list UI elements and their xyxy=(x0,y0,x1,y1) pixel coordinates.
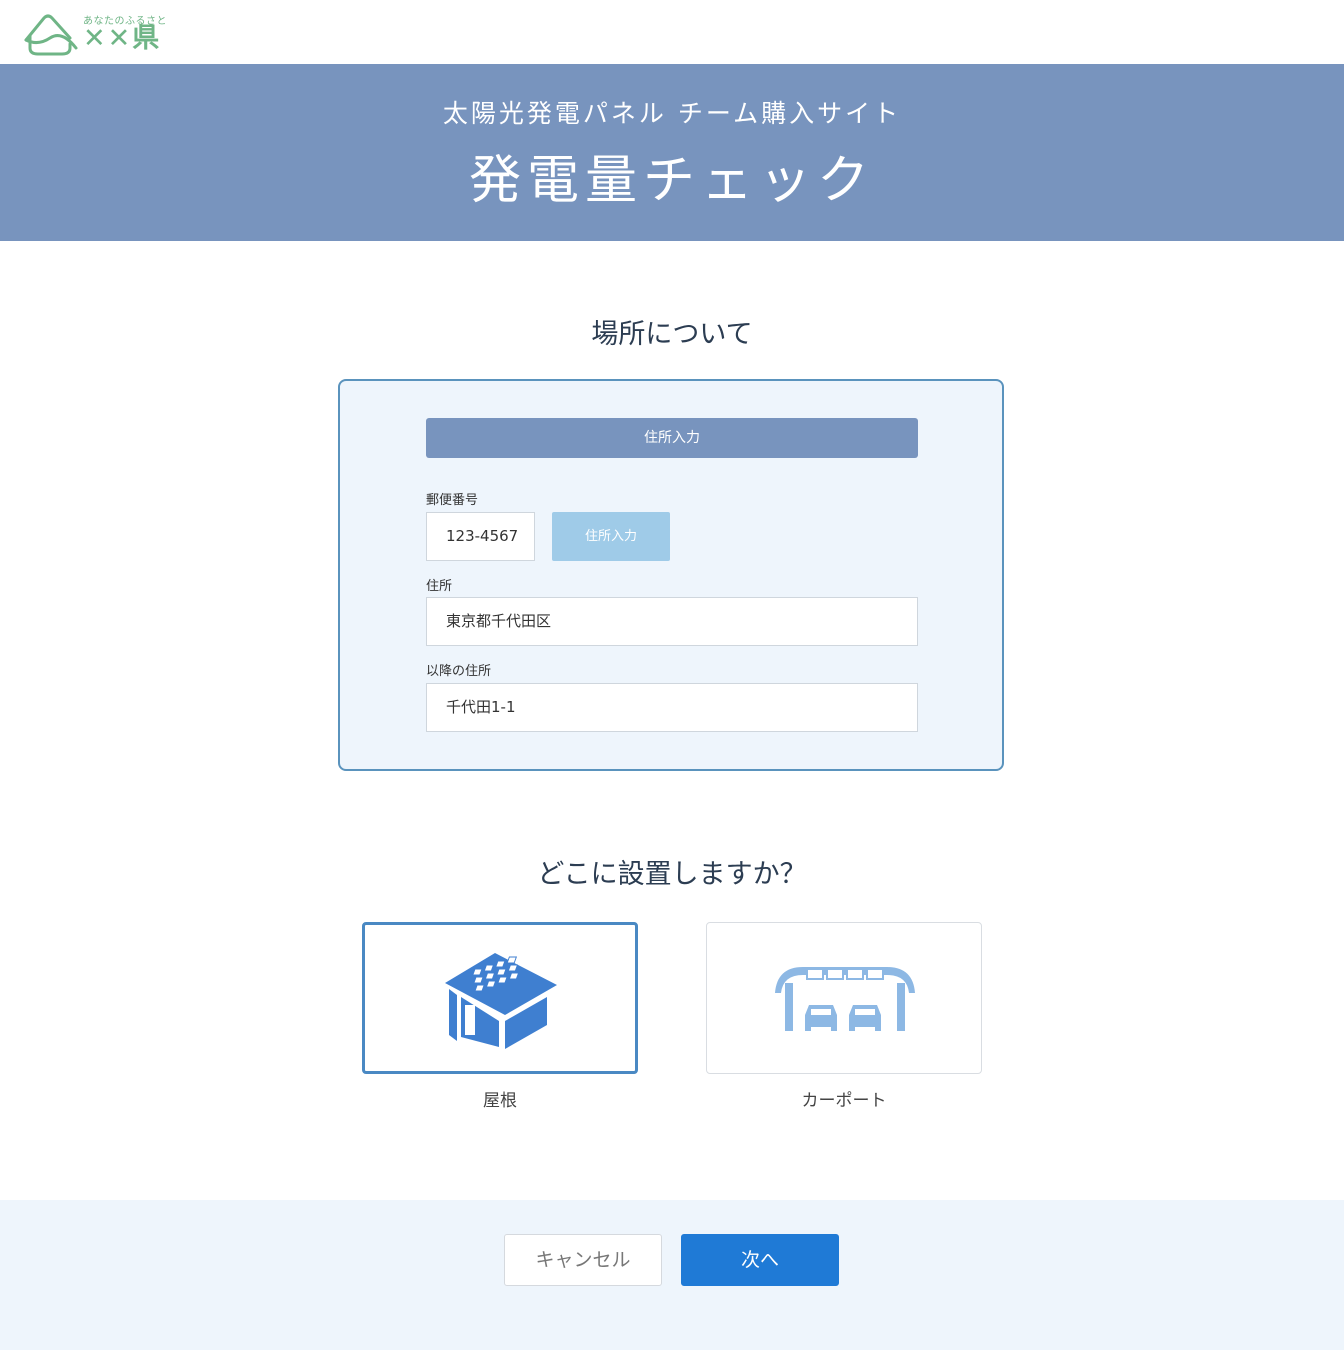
logo-name: ✕✕県 xyxy=(83,23,162,54)
page-title: 発電量チェック xyxy=(468,151,875,211)
postal-code-label: 郵便番号 xyxy=(426,493,479,508)
install-option-carport-label: カーポート xyxy=(801,1091,887,1111)
location-section-title: 場所について xyxy=(591,319,753,350)
hero-banner: 太陽光発電パネル チーム購入サイト 発電量チェック xyxy=(0,64,1344,241)
top-bar: あなたのふるさと ✕✕県 xyxy=(0,0,1344,64)
install-option-roof[interactable] xyxy=(362,922,638,1074)
address-detail-input[interactable]: 千代田1-1 xyxy=(426,683,918,732)
address-input[interactable]: 東京都千代田区 xyxy=(426,597,918,646)
next-button[interactable]: 次へ xyxy=(681,1234,839,1286)
house-roof-solar-icon xyxy=(445,953,557,1049)
hero-subtitle: 太陽光発電パネル チーム購入サイト xyxy=(442,99,902,128)
cancel-button[interactable]: キャンセル xyxy=(504,1234,662,1286)
postal-code-input[interactable]: 123-4567 xyxy=(426,512,535,561)
address-detail-label: 以降の住所 xyxy=(426,664,492,679)
footer-bar xyxy=(0,1200,1344,1350)
install-section-title: どこに設置しますか？ xyxy=(537,859,807,890)
house-logo-icon xyxy=(24,14,78,56)
carport-solar-icon xyxy=(775,967,915,1031)
address-label: 住所 xyxy=(426,579,453,594)
install-option-carport[interactable] xyxy=(706,922,982,1074)
install-option-roof-label: 屋根 xyxy=(483,1091,517,1111)
address-card-header: 住所入力 xyxy=(426,418,918,458)
prefecture-logo[interactable]: あなたのふるさと ✕✕県 xyxy=(22,8,182,58)
address-lookup-button[interactable]: 住所入力 xyxy=(552,512,670,561)
